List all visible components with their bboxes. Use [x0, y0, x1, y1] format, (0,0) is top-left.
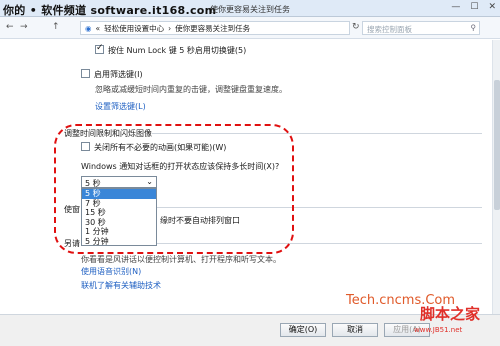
- window-title: 使你更容易关注到任务: [210, 5, 290, 14]
- filter-keys-checkbox[interactable]: [81, 69, 90, 78]
- maximize-button[interactable]: ☐: [470, 2, 478, 12]
- address-bar: ← → ↑ ◉ « 轻松使用设置中心 › 使你更容易关注到任务 ↻ 搜索控制面板…: [0, 17, 500, 39]
- speech-description: 你看看是风讲话以便控制计算机、打开程序和听写文本。: [81, 255, 281, 264]
- search-input[interactable]: 搜索控制面板 ⚲: [362, 21, 480, 35]
- title-bar: 你的 • 软件频道 software.it168.com 使你更容易关注到任务 …: [0, 0, 500, 17]
- breadcrumb-current[interactable]: 使你更容易关注到任务: [175, 23, 250, 34]
- up-button[interactable]: ↑: [52, 22, 60, 32]
- breadcrumb-separator: ›: [168, 23, 172, 33]
- ok-button[interactable]: 确定(O): [280, 323, 326, 337]
- numlock-checkbox[interactable]: [95, 43, 104, 54]
- filter-keys-label: 启用筛选键(I): [94, 70, 143, 79]
- close-button[interactable]: ✕: [488, 2, 496, 12]
- breadcrumb-ease-center[interactable]: 轻松使用设置中心: [104, 23, 164, 34]
- filter-keys-description: 忽略或减缓短时间内重复的击键，调整键盘重复速度。: [95, 85, 287, 94]
- numlock-label: 按住 Num Lock 键 5 秒启用切换键(5): [108, 46, 247, 55]
- jb51-watermark: 脚本之家: [420, 305, 481, 323]
- highlight-annotation: [54, 124, 294, 254]
- search-placeholder: 搜索控制面板: [367, 25, 412, 34]
- scrollbar-thumb[interactable]: [494, 80, 500, 210]
- back-button[interactable]: ←: [6, 22, 14, 32]
- breadcrumb[interactable]: ◉ « 轻松使用设置中心 › 使你更容易关注到任务: [80, 21, 350, 35]
- search-icon[interactable]: ⚲: [471, 23, 477, 32]
- assistive-tech-link[interactable]: 联机了解有关辅助技术: [81, 280, 161, 291]
- speech-recognition-link[interactable]: 使用语音识别(N): [81, 266, 141, 277]
- cancel-button[interactable]: 取消: [332, 323, 378, 337]
- refresh-icon[interactable]: ↻: [352, 22, 360, 32]
- forward-button[interactable]: →: [20, 22, 28, 32]
- jb51-url-watermark: www.JB51.net: [414, 326, 463, 334]
- breadcrumb-overflow[interactable]: «: [96, 24, 101, 33]
- control-panel-icon: ◉: [85, 23, 92, 33]
- filter-keys-option[interactable]: 启用筛选键(I): [81, 69, 143, 80]
- vertical-scrollbar[interactable]: [492, 40, 500, 314]
- numlock-option[interactable]: 按住 Num Lock 键 5 秒启用切换键(5): [95, 43, 247, 56]
- setup-filter-keys-link[interactable]: 设置筛选键(L): [95, 101, 146, 112]
- minimize-button[interactable]: —: [451, 2, 460, 12]
